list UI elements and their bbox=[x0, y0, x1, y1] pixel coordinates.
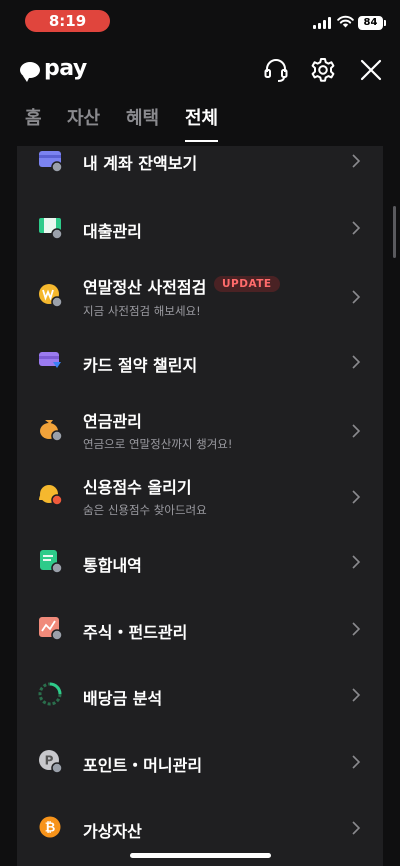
tab-home[interactable]: 홈 bbox=[25, 104, 42, 142]
menu-item-title: 대출관리 bbox=[83, 222, 142, 241]
chevron-right-icon bbox=[352, 424, 361, 438]
pension-bag-icon bbox=[40, 420, 63, 442]
chevron-right-icon bbox=[352, 821, 361, 835]
chevron-right-icon bbox=[352, 490, 361, 504]
menu-item-title: 카드 절약 챌린지 bbox=[83, 356, 198, 375]
menu-item-points-money[interactable]: P 포인트・머니관리 bbox=[17, 744, 383, 778]
point-coin-icon: P bbox=[39, 750, 63, 774]
credit-score-icon bbox=[39, 485, 63, 506]
chevron-right-icon bbox=[352, 755, 361, 769]
speech-bubble-icon bbox=[20, 61, 40, 82]
tab-bar: 홈 자산 혜택 전체 bbox=[0, 104, 400, 146]
card-saving-icon bbox=[39, 352, 61, 368]
menu-item-stocks-funds[interactable]: 주식・펀드관리 bbox=[17, 611, 383, 645]
status-bar: 8:19 84 bbox=[0, 0, 400, 44]
menu-item-dividend[interactable]: 배당금 분석 bbox=[17, 677, 383, 711]
account-card-icon bbox=[39, 151, 63, 173]
headset-icon[interactable] bbox=[262, 56, 290, 84]
kakaopay-logo: pay bbox=[20, 56, 87, 82]
wifi-icon bbox=[337, 15, 354, 28]
menu-item-pension[interactable]: 연금관리 연금으로 연말정산까지 챙겨요! bbox=[17, 402, 383, 458]
chevron-right-icon bbox=[352, 688, 361, 702]
tab-all[interactable]: 전체 bbox=[185, 104, 219, 142]
svg-text:₿: ₿ bbox=[45, 821, 56, 836]
menu-item-title: 내 계좌 잔액보기 bbox=[83, 154, 198, 173]
battery-indicator: 84 bbox=[358, 16, 386, 30]
stock-chart-icon bbox=[39, 617, 63, 641]
chevron-right-icon bbox=[352, 154, 361, 168]
menu-item-virtual-assets[interactable]: ₿ 가상자산 bbox=[17, 810, 383, 844]
menu-item-loan[interactable]: 대출관리 bbox=[17, 210, 383, 244]
menu-item-title: 통합내역 bbox=[83, 556, 142, 575]
dividend-pie-icon bbox=[38, 682, 62, 706]
menu-item-subtitle: 지금 사전점검 해보세요! bbox=[83, 304, 201, 318]
chevron-right-icon bbox=[352, 355, 361, 369]
menu-item-subtitle: 숨은 신용점수 찾아드려요 bbox=[83, 503, 207, 517]
tab-benefits[interactable]: 혜택 bbox=[126, 104, 159, 142]
scrollbar[interactable] bbox=[393, 206, 396, 258]
bitcoin-icon: ₿ bbox=[39, 816, 61, 838]
menu-item-title: 배당금 분석 bbox=[83, 689, 163, 708]
menu-item-title: 연말정산 사전점검 bbox=[83, 278, 207, 297]
menu-item-history[interactable]: 통합내역 bbox=[17, 544, 383, 578]
chevron-right-icon bbox=[352, 555, 361, 569]
menu-item-subtitle: 연금으로 연말정산까지 챙겨요! bbox=[83, 437, 233, 451]
app-header: pay bbox=[0, 52, 400, 92]
logo-text: pay bbox=[44, 56, 87, 81]
tab-assets[interactable]: 자산 bbox=[67, 104, 100, 142]
settings-gear-icon[interactable] bbox=[309, 56, 337, 84]
menu-item-year-end-tax[interactable]: 연말정산 사전점검 UPDATE 지금 사전점검 해보세요! bbox=[17, 268, 383, 324]
cellular-signal-icon bbox=[313, 17, 333, 29]
close-icon[interactable] bbox=[357, 56, 385, 84]
menu-item-title: 연금관리 bbox=[83, 412, 142, 431]
menu-list: 내 계좌 잔액보기 대출관리 연말정산 사전점검 UPDATE 지금 사전점검 … bbox=[17, 146, 383, 866]
status-time: 8:19 bbox=[25, 10, 110, 32]
loan-icon bbox=[39, 218, 63, 240]
update-badge: UPDATE bbox=[214, 276, 280, 292]
menu-item-credit-score[interactable]: 신용점수 올리기 숨은 신용점수 찾아드려요 bbox=[17, 468, 383, 524]
menu-item-account-balance[interactable]: 내 계좌 잔액보기 bbox=[17, 146, 383, 180]
menu-item-card-saving[interactable]: 카드 절약 챌린지 bbox=[17, 344, 383, 378]
menu-item-title: 신용점수 올리기 bbox=[83, 478, 192, 497]
chevron-right-icon bbox=[352, 290, 361, 304]
history-doc-icon bbox=[40, 550, 63, 574]
won-coin-icon bbox=[39, 284, 63, 308]
chevron-right-icon bbox=[352, 622, 361, 636]
home-indicator bbox=[130, 853, 271, 858]
menu-item-title: 가상자산 bbox=[83, 822, 142, 841]
menu-item-title: 주식・펀드관리 bbox=[83, 623, 188, 642]
chevron-right-icon bbox=[352, 221, 361, 235]
menu-item-title: 포인트・머니관리 bbox=[83, 756, 203, 775]
